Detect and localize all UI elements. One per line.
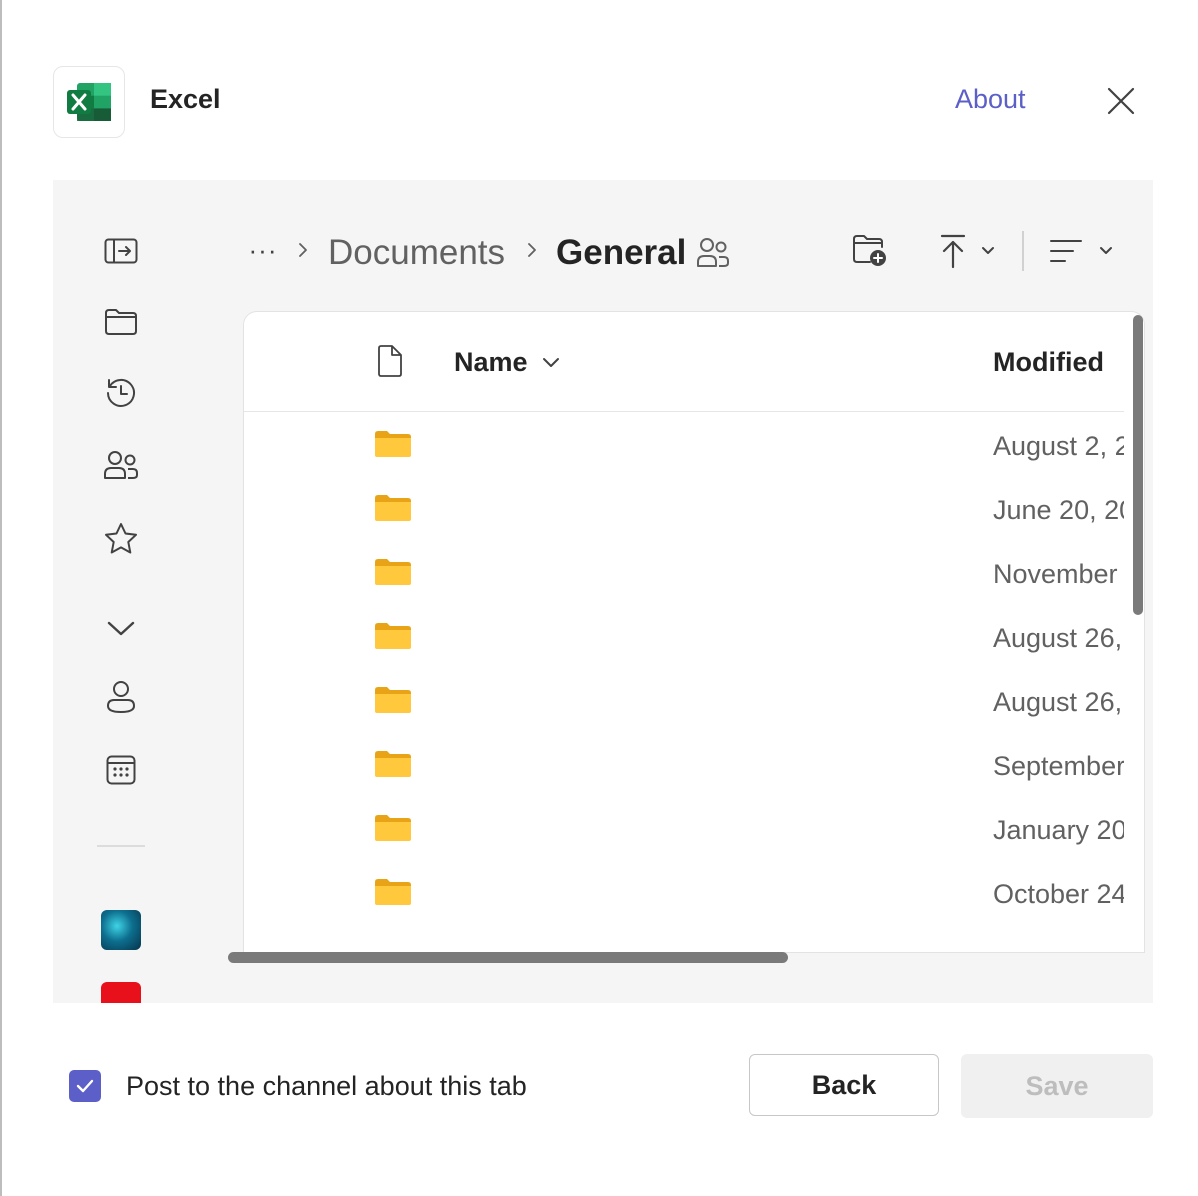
view-options-button[interactable] [1046,231,1116,271]
checkmark-icon [76,1079,94,1093]
post-to-channel-label: Post to the channel about this tab [126,1071,527,1101]
column-header-name[interactable]: Name [454,347,560,378]
folder-icon [375,623,411,649]
app-tile-red[interactable] [101,982,141,1003]
folder-icon [375,751,411,777]
folder-icon [375,687,411,713]
table-row[interactable]: September [244,732,1144,796]
open-in-icon [104,238,138,264]
folder-add-icon [853,235,886,266]
table-row[interactable]: August 26, [244,668,1144,732]
folder-icon [375,559,411,585]
rail-my-files[interactable] [101,302,141,342]
rail-open-in[interactable] [101,231,141,271]
sort-button[interactable] [932,231,1002,271]
folder-icon [375,431,411,457]
expand-chevron-icon [107,621,135,636]
breadcrumb-chevron-icon [299,243,307,257]
save-button: Save [961,1054,1153,1118]
column-header-modified[interactable]: Modified [993,347,1104,378]
close-icon [1107,87,1135,115]
shared-channel-icon [697,238,729,267]
column-name-label: Name [454,347,528,377]
app-tile-blue[interactable] [101,910,141,950]
chevron-down-icon [982,247,994,254]
folder-icon [375,815,411,841]
table-row[interactable]: November [244,540,1144,604]
chevron-down-icon [542,357,559,367]
vertical-scrollbar[interactable] [1133,315,1143,615]
rail-shared[interactable] [101,445,141,485]
breadcrumb-documents[interactable]: Documents [328,233,505,273]
excel-logo [53,66,125,138]
row-modified: January 20 [993,815,1127,845]
rail-expand[interactable] [101,608,141,648]
chevron-down-icon [1100,247,1112,254]
rail-recent[interactable] [101,373,141,413]
back-button[interactable]: Back [749,1054,939,1116]
row-modified: August 26, [993,687,1123,717]
rail-favorites[interactable] [101,518,141,558]
breadcrumb-more-button[interactable]: ··· [246,232,280,268]
table-row[interactable]: June 20, 20 [244,476,1144,540]
toolbar-divider [1022,231,1024,271]
app-title: Excel [150,84,221,114]
about-link[interactable]: About [955,84,1026,115]
row-modified: August 26, [993,623,1123,653]
row-modified: October 24 [993,879,1127,909]
calendar-icon [106,755,136,785]
breadcrumb-more: ··· [248,234,278,265]
breadcrumb-current: General [556,233,687,272]
post-to-channel-checkbox[interactable] [69,1070,101,1102]
table-row[interactable]: August 2, 2 [244,412,1144,476]
shared-icon [104,451,138,479]
file-type-icon [378,345,402,377]
window-edge [0,0,2,1196]
row-modified: June 20, 20 [993,495,1135,525]
horizontal-scrollbar[interactable] [228,952,788,963]
rail-calendar[interactable] [101,750,141,790]
recent-icon [107,378,135,407]
rail-person[interactable] [101,677,141,717]
sort-up-icon [940,234,966,269]
favorites-icon [105,523,137,554]
file-picker: ··· Documents General Name Modified Augu… [53,180,1153,1003]
my-files-icon [105,309,137,335]
row-modified: November [993,559,1118,589]
table-row[interactable]: October 24 [244,860,1144,924]
close-button[interactable] [1103,83,1139,119]
file-list-header: Name Modified [244,312,1144,412]
row-modified: August 2, 2 [993,431,1130,461]
folder-icon [375,879,411,905]
view-options-icon [1050,240,1082,262]
breadcrumb-chevron-icon [528,243,536,257]
new-folder-button[interactable] [850,231,890,271]
row-modified: September [993,751,1126,781]
excel-icon [67,83,111,121]
rail-divider [97,845,145,847]
folder-icon [375,495,411,521]
file-list: Name Modified August 2, 2 June 20, 20 Nove… [243,311,1145,953]
table-row[interactable]: August 26, [244,604,1144,668]
person-icon [106,681,136,714]
table-row[interactable]: January 20 [244,796,1144,860]
